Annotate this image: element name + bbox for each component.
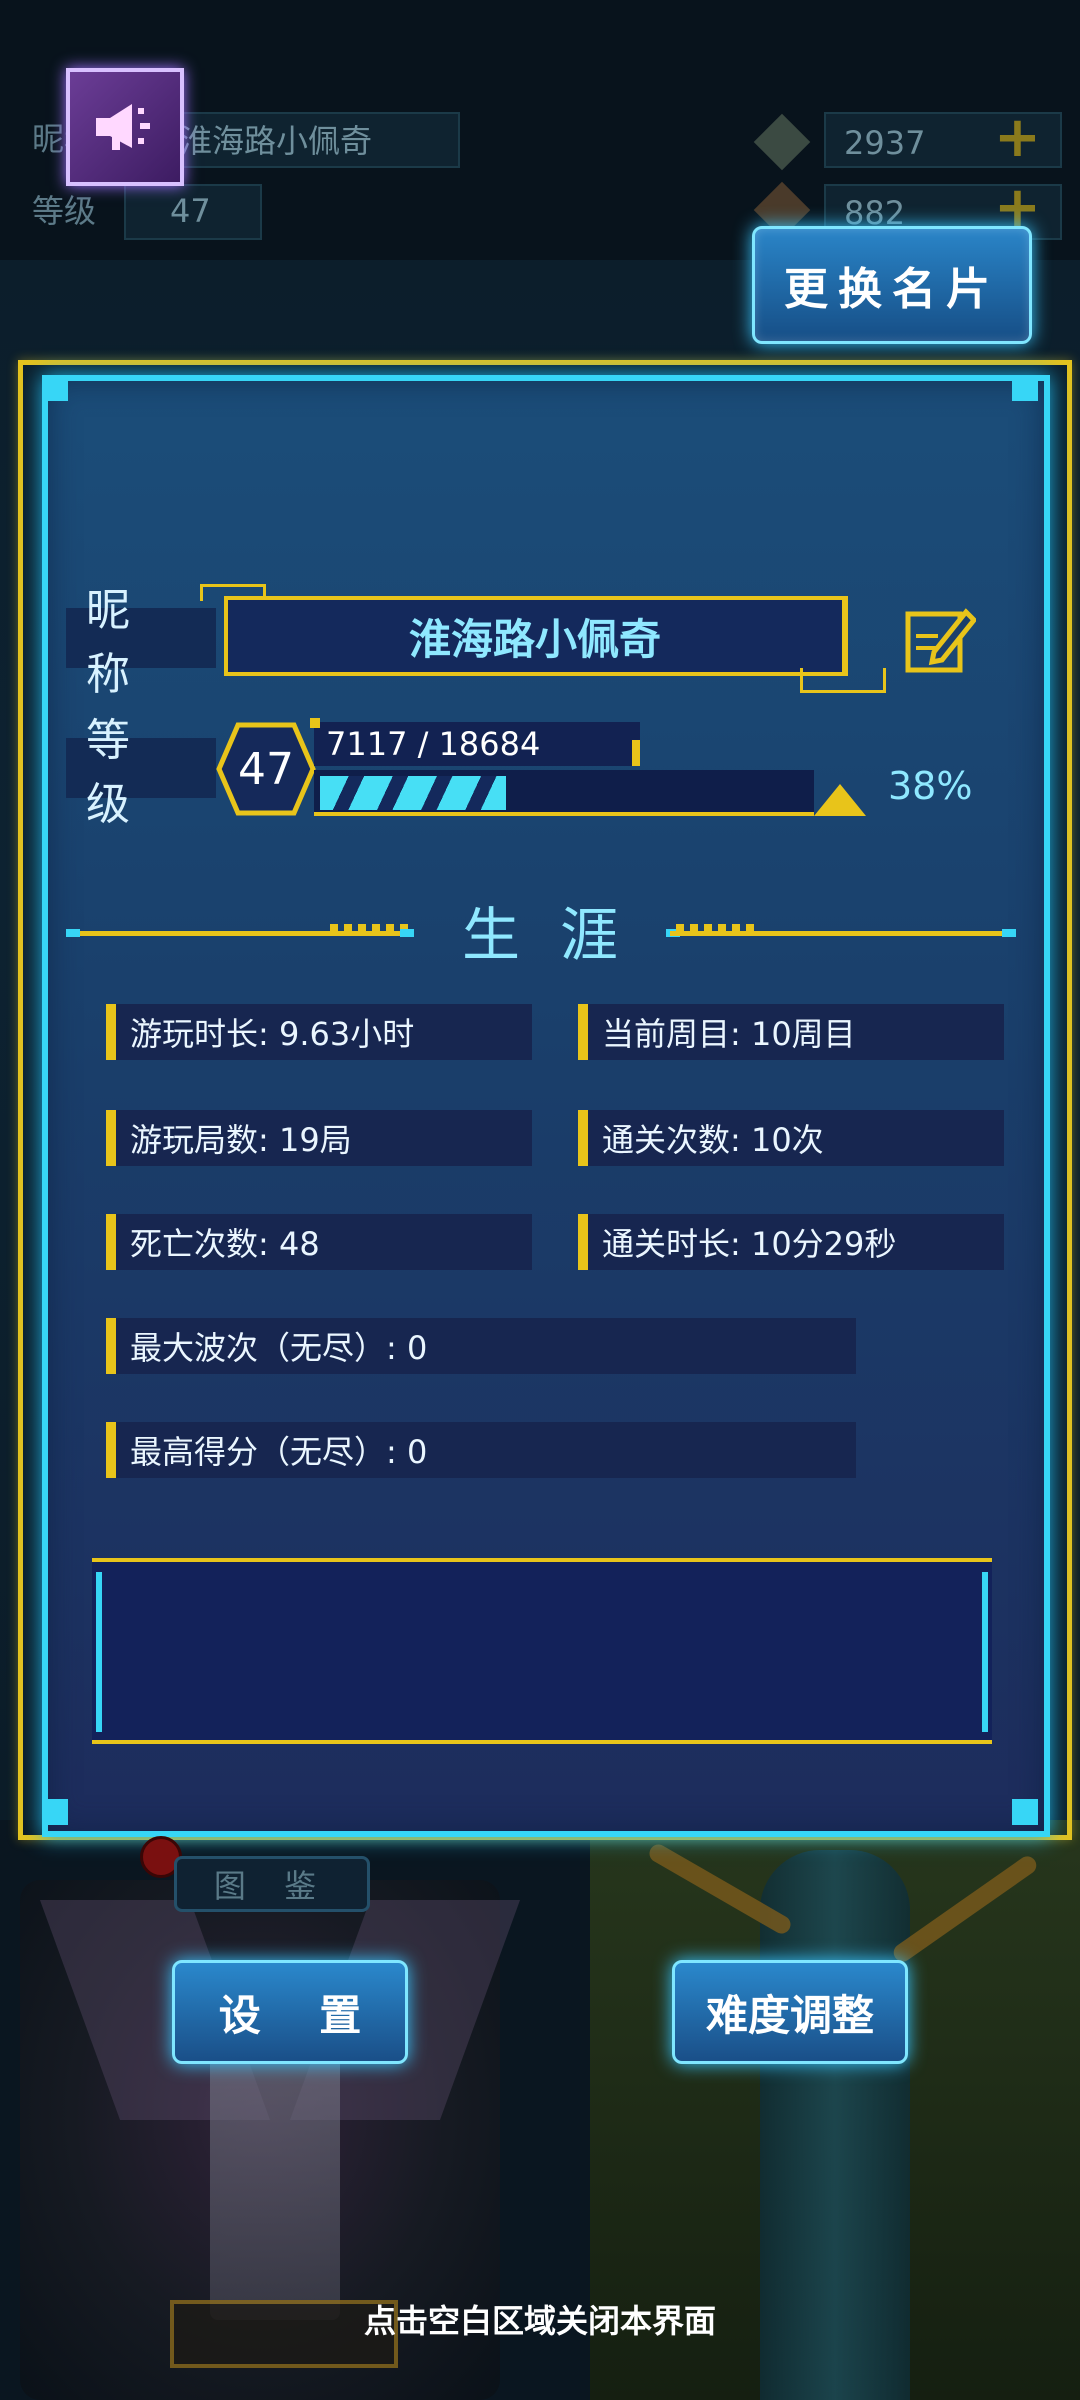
- stat-high-score: 最高得分（无尽）: 0: [106, 1422, 856, 1478]
- stat-accent-bar: [106, 1214, 116, 1270]
- settings-button[interactable]: 设 置: [172, 1960, 408, 2064]
- change-card-button[interactable]: 更换名片: [752, 226, 1032, 344]
- difficulty-button[interactable]: 难度调整: [672, 1960, 908, 2064]
- codex-button[interactable]: 图 鉴: [174, 1856, 370, 1912]
- stat-text: 死亡次数: 48: [130, 1225, 320, 1263]
- stat-clear-time: 通关时长: 10分29秒: [578, 1214, 1004, 1270]
- close-hint: 点击空白区域关闭本界面: [363, 2302, 716, 2340]
- xp-decor: [310, 718, 320, 728]
- xp-progress-fill: [320, 776, 506, 810]
- xp-percent: 38%: [888, 764, 973, 808]
- nickname-box-decor: [800, 668, 886, 693]
- stat-text: 游玩局数: 19局: [130, 1121, 352, 1159]
- top-level-value: 47: [170, 192, 211, 230]
- level-value: 47: [238, 743, 294, 795]
- career-divider-cap: [1002, 929, 1016, 937]
- card-message-box: [92, 1558, 992, 1744]
- stat-text: 最高得分（无尽）: 0: [130, 1433, 428, 1471]
- message-box-edge: [982, 1572, 988, 1732]
- stat-death-count: 死亡次数: 48: [106, 1214, 532, 1270]
- stat-max-wave: 最大波次（无尽）: 0: [106, 1318, 856, 1374]
- top-nickname-value: 淮海路小佩奇: [180, 122, 373, 160]
- xp-text: 7117 / 18684: [326, 725, 541, 763]
- nickname-label: 昵 称: [66, 585, 216, 700]
- stat-current-cycle: 当前周目: 10周目: [578, 1004, 1004, 1060]
- megaphone-icon: [96, 104, 150, 150]
- announcement-button[interactable]: [66, 68, 184, 186]
- stat-text: 当前周目: 10周目: [602, 1015, 856, 1053]
- edit-nickname-icon[interactable]: [904, 604, 976, 676]
- stat-clear-count: 通关次数: 10次: [578, 1110, 1004, 1166]
- stat-play-time: 游玩时长: 9.63小时: [106, 1004, 532, 1060]
- stat-accent-bar: [578, 1214, 588, 1270]
- currency1-value: 2937: [844, 124, 926, 162]
- panel-corner: [42, 375, 68, 401]
- stat-play-count: 游玩局数: 19局: [106, 1110, 532, 1166]
- stat-accent-bar: [106, 1110, 116, 1166]
- stat-accent-bar: [106, 1004, 116, 1060]
- career-title: 生涯: [461, 901, 658, 969]
- career-divider-right: [670, 931, 1010, 936]
- stat-accent-bar: [578, 1004, 588, 1060]
- panel-corner: [1012, 375, 1038, 401]
- panel-corner: [1012, 1799, 1038, 1825]
- stat-text: 通关时长: 10分29秒: [602, 1225, 897, 1263]
- stat-accent-bar: [106, 1422, 116, 1478]
- stat-text: 通关次数: 10次: [602, 1121, 824, 1159]
- stat-accent-bar: [106, 1318, 116, 1374]
- top-level-label: 等级: [32, 192, 97, 230]
- xp-bar-end-decor: [814, 784, 866, 816]
- stat-text: 最大波次（无尽）: 0: [130, 1329, 428, 1367]
- stat-text: 游玩时长: 9.63小时: [130, 1015, 415, 1053]
- level-label: 等 级: [66, 715, 216, 830]
- nickname-field: 淮海路小佩奇: [224, 596, 848, 676]
- message-box-edge: [96, 1572, 102, 1732]
- stat-accent-bar: [578, 1110, 588, 1166]
- add-currency1-icon[interactable]: +: [994, 110, 1041, 166]
- panel-corner: [42, 1799, 68, 1825]
- xp-decor: [632, 740, 640, 766]
